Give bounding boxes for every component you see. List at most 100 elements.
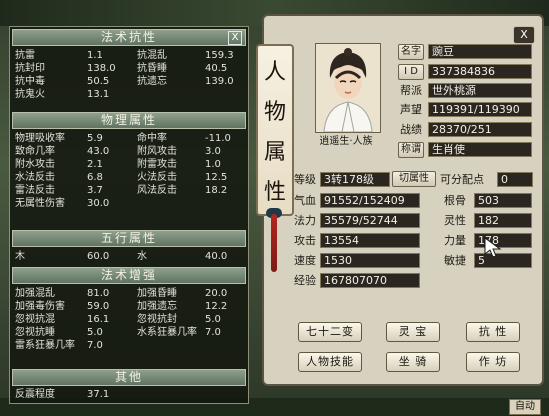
agility-label: 敏捷 [444,254,466,267]
scroll-char: 性 [263,180,286,205]
stat-label: 水法反击 [15,172,55,183]
strength-label: 力量 [444,234,466,247]
attack-label: 攻击 [294,234,316,247]
scroll-char: 人 [263,60,286,85]
faction-label: 帮派 [400,84,422,97]
record-label: 战绩 [400,123,422,136]
attribute-detail-panel: 法术抗性 X 抗雷 1.1 抗混乱 159.3 抗封印 138.0 抗昏睡 40… [9,26,249,404]
scroll-char: 属 [263,140,286,165]
stat-label: 抗遗忘 [137,76,167,87]
stat-row: 水法反击 6.8 火法反击 12.5 [12,171,246,184]
stat-row: 加强混乱 81.0 加强昏睡 20.0 [12,287,246,300]
exp-label: 经验 [294,274,316,287]
attack-field: 13554 [320,233,420,248]
resistance-button[interactable]: 抗 性 [466,322,520,342]
exp-field: 167807070 [320,273,420,288]
mp-field: 35579/52744 [320,213,420,228]
stat-value: 138.0 [87,63,116,74]
stat-row: 抗中毒 50.5 抗遗忘 139.0 [12,75,246,88]
stat-value: 40.5 [205,63,228,74]
stat-label: 加强混乱 [15,288,55,299]
name-field: 豌豆 [428,44,532,59]
stat-row: 抗鬼火 13.1 [12,88,246,101]
stat-label: 抗昏睡 [137,63,167,74]
section-body-five-elements: 木 60.0 水 40.0 [12,249,246,265]
stat-value: 159.3 [205,50,234,61]
stat-label: 附水攻击 [15,159,55,170]
stat-value: 16.1 [87,314,110,325]
stat-row: 抗封印 138.0 抗昏睡 40.5 [12,62,246,75]
stat-value: 7.0 [205,327,221,338]
seventy-two-transform-button[interactable]: 七十二变 [298,322,362,342]
stat-label: 忽视抗睡 [15,327,55,338]
stat-row: 附水攻击 2.1 附雷攻击 1.0 [12,158,246,171]
stat-value: 7.0 [87,340,103,351]
mouse-cursor-icon [484,237,502,258]
points-label: 可分配点 [440,173,484,186]
switch-attribute-button[interactable]: 切属性 [392,171,436,187]
bone-label: 根骨 [444,194,466,207]
portrait-caption: 逍遥生·人族 [319,136,373,147]
stat-label: 物理吸收率 [15,133,65,144]
title-tag-button[interactable]: 称谓 [398,142,424,158]
stat-value: 139.0 [205,76,234,87]
close-icon[interactable]: X [228,31,242,45]
stat-label: 火法反击 [137,172,177,183]
prestige-label: 声望 [400,103,422,116]
workshop-button[interactable]: 作 坊 [466,352,520,372]
section-header-other: 其他 [12,369,246,386]
stat-row: 雷系狂暴几率 7.0 [12,339,246,352]
close-icon[interactable]: X [513,26,535,44]
stat-label: 水 [137,251,147,262]
id-field: 337384836 [428,64,532,79]
name-tag: 名字 [398,44,424,60]
prestige-field: 119391/119390 [428,102,532,117]
stat-label: 命中率 [137,133,167,144]
character-skills-button[interactable]: 人物技能 [298,352,362,372]
title-field: 生肖使 [428,142,532,157]
stat-label: 木 [15,251,25,262]
stat-value: 1.1 [87,50,103,61]
scroll-char: 物 [263,100,286,125]
title-scroll: 人 物 属 性 [256,44,294,216]
spirit-field: 182 [474,213,532,228]
stat-label: 致命几率 [15,146,55,157]
section-title: 五行属性 [100,231,157,245]
section-header-five-elements: 五行属性 [12,230,246,247]
portrait-figure-icon [316,44,380,132]
stat-row: 加强毒伤害 59.0 加强遗忘 12.2 [12,300,246,313]
section-title: 物理属性 [100,113,157,127]
section-header-magic-resist: 法术抗性 X [12,29,246,46]
mount-button[interactable]: 坐 骑 [386,352,440,372]
stat-label: 附风攻击 [137,146,177,157]
stat-label: 抗鬼火 [15,89,45,100]
stat-value: 18.2 [205,185,228,196]
section-header-magic-boost: 法术增强 [12,267,246,284]
stat-row: 雷法反击 3.7 风法反击 18.2 [12,184,246,197]
stat-row: 物理吸收率 5.9 命中率 -11.0 [12,132,246,145]
stat-value: 6.8 [87,172,103,183]
stat-label: 忽视抗混 [15,314,55,325]
stat-value: 40.0 [205,251,228,262]
stat-value: 59.0 [87,301,110,312]
stat-value: 2.1 [87,159,103,170]
spirit-treasure-button[interactable]: 灵 宝 [386,322,440,342]
stat-value: 13.1 [87,89,110,100]
stat-value: 3.7 [87,185,103,196]
stat-label: 雷系狂暴几率 [15,340,75,351]
level-label: 等级 [294,173,316,186]
stat-label: 抗中毒 [15,76,45,87]
stat-value: 30.0 [87,198,110,209]
stat-row: 木 60.0 水 40.0 [12,250,246,263]
stat-value: 20.0 [205,288,228,299]
stat-value: 5.0 [205,314,221,325]
hp-label: 气血 [294,194,316,207]
section-body-magic-boost: 加强混乱 81.0 加强昏睡 20.0 加强毒伤害 59.0 加强遗忘 12.2… [12,286,246,354]
auto-button[interactable]: 自动 [509,399,541,415]
spirit-label: 灵性 [444,214,466,227]
stat-label: 抗混乱 [137,50,167,61]
stat-label: 水系狂暴几率 [137,327,197,338]
stat-row: 反震程度 37.1 [12,388,246,401]
stat-row: 无属性伤害 30.0 [12,197,246,210]
stat-row: 抗雷 1.1 抗混乱 159.3 [12,49,246,62]
